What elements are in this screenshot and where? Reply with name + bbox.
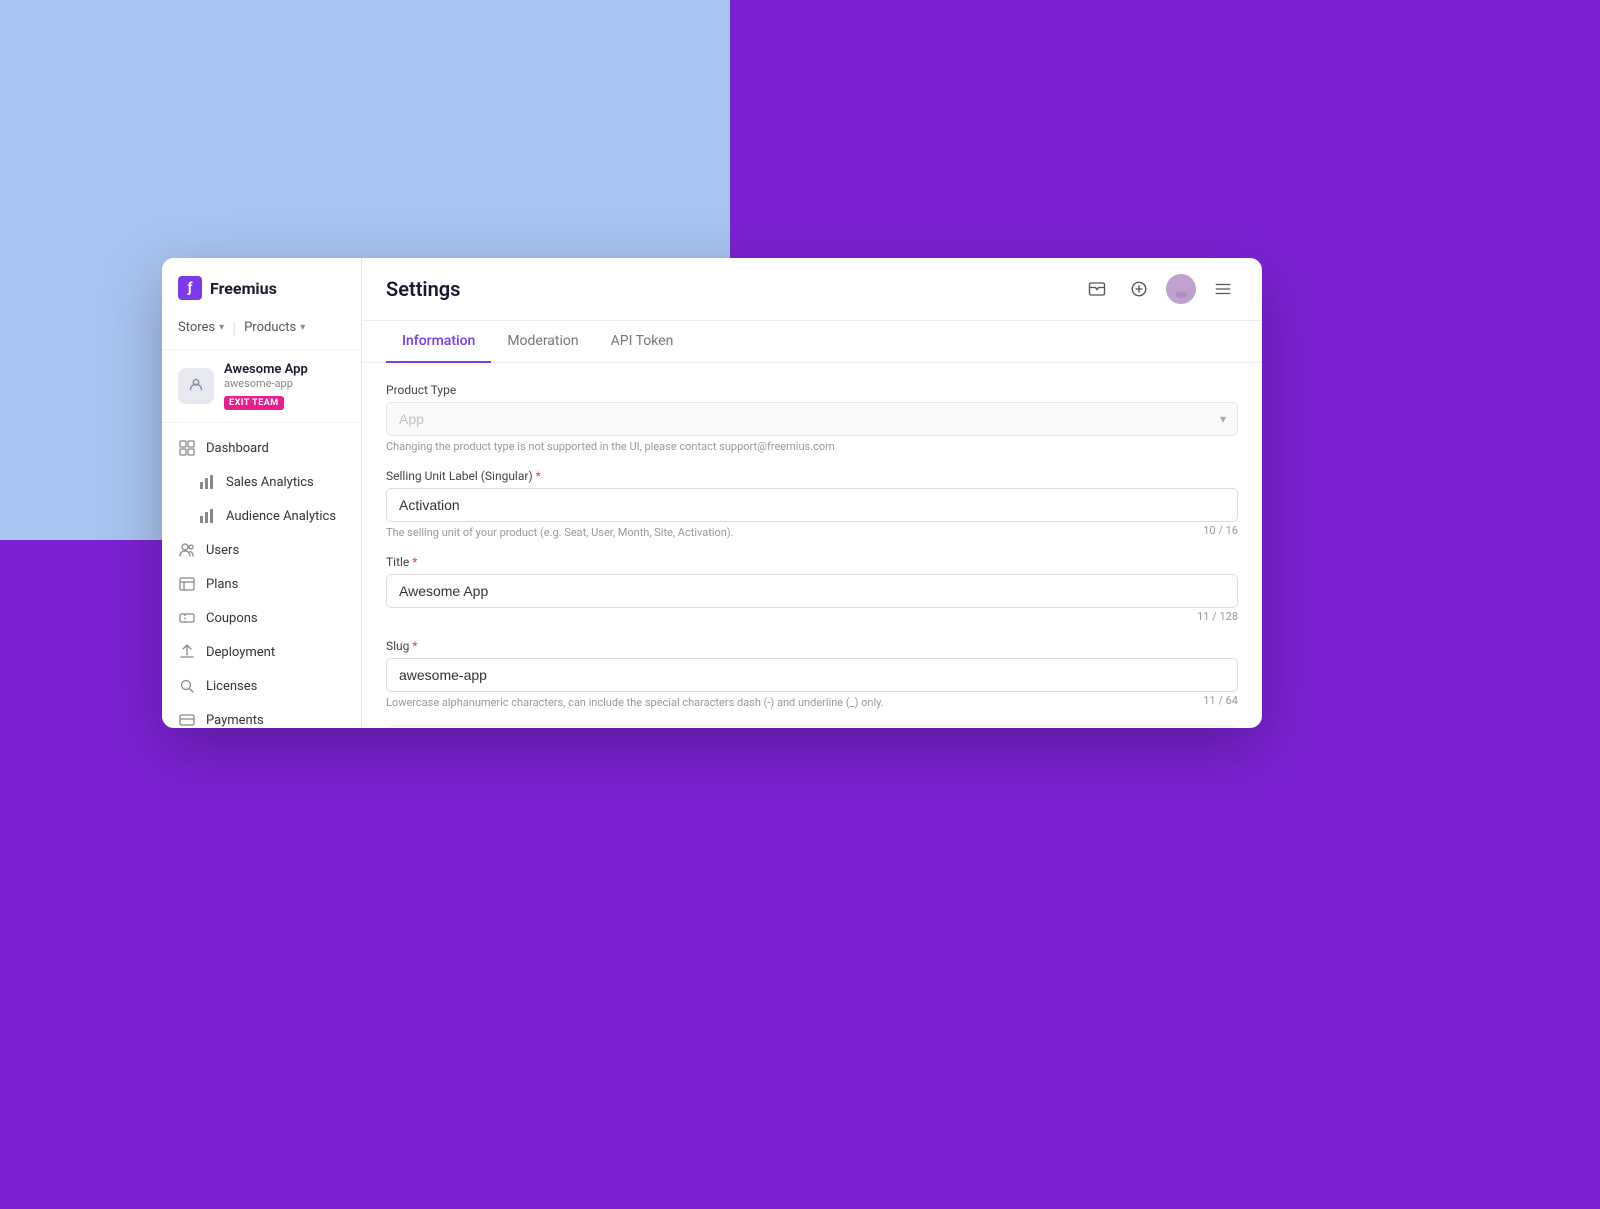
sales-analytics-icon	[198, 473, 216, 491]
upload-section: Upload 300px X 300px Up to 200KB	[386, 725, 1238, 728]
coupons-icon	[178, 609, 196, 627]
sidebar: ƒ Freemius Stores ▾ | Products ▾	[162, 258, 362, 728]
slug-group: Slug * Lowercase alphanumeric characters…	[386, 639, 1238, 709]
coupons-label: Coupons	[206, 611, 258, 626]
product-type-group: Product Type App ▾ Changing the product …	[386, 383, 1238, 453]
sidebar-item-coupons[interactable]: Coupons	[162, 601, 361, 635]
product-type-select-wrapper: App ▾	[386, 402, 1238, 436]
sidebar-menu: Dashboard Sales Analytics	[162, 423, 361, 728]
stores-chevron-icon: ▾	[219, 322, 224, 333]
payments-icon	[178, 711, 196, 728]
header-actions	[1082, 274, 1238, 320]
audience-analytics-icon	[198, 507, 216, 525]
audience-analytics-label: Audience Analytics	[226, 509, 336, 524]
title-label: Title *	[386, 555, 1238, 569]
app-name: Awesome App	[224, 362, 308, 377]
main-header: Settings	[362, 258, 1262, 321]
add-circle-icon-btn[interactable]	[1124, 274, 1154, 304]
deployment-icon	[178, 643, 196, 661]
title-input[interactable]	[386, 574, 1238, 608]
sidebar-item-audience-analytics[interactable]: Audience Analytics	[162, 499, 361, 533]
sidebar-item-plans[interactable]: Plans	[162, 567, 361, 601]
users-icon	[178, 541, 196, 559]
main-content: Settings	[362, 258, 1262, 728]
sidebar-item-users[interactable]: Users	[162, 533, 361, 567]
licenses-label: Licenses	[206, 679, 257, 694]
form-area: Product Type App ▾ Changing the product …	[362, 363, 1262, 728]
menu-icon-btn[interactable]	[1208, 274, 1238, 304]
app-window: ƒ Freemius Stores ▾ | Products ▾	[162, 258, 1262, 728]
selling-unit-counter: 10 / 16	[1203, 524, 1238, 539]
slug-label: Slug *	[386, 639, 1238, 653]
dashboard-label: Dashboard	[206, 441, 269, 456]
tab-information[interactable]: Information	[386, 321, 491, 363]
product-type-help: Changing the product type is not support…	[386, 440, 1238, 453]
selling-unit-input[interactable]	[386, 488, 1238, 522]
product-type-label: Product Type	[386, 383, 1238, 397]
app-info-text: Awesome App awesome-app EXIT TEAM	[224, 362, 308, 410]
page-title: Settings	[386, 277, 460, 317]
payments-label: Payments	[206, 713, 264, 728]
slug-counter: 11 / 64	[1203, 694, 1238, 709]
selling-unit-help: The selling unit of your product (e.g. S…	[386, 526, 734, 539]
exit-team-badge: EXIT TEAM	[224, 396, 284, 410]
app-slug: awesome-app	[224, 377, 308, 390]
users-label: Users	[206, 543, 239, 558]
tabs-bar: Information Moderation API Token	[362, 321, 1262, 363]
tab-moderation[interactable]: Moderation	[491, 321, 594, 363]
products-chevron-icon: ▾	[300, 322, 305, 333]
logo-text: Freemius	[210, 279, 277, 298]
stores-nav-btn[interactable]: Stores ▾	[178, 318, 224, 337]
inbox-icon-btn[interactable]	[1082, 274, 1112, 304]
selling-unit-label: Selling Unit Label (Singular) *	[386, 469, 1238, 483]
products-nav-btn[interactable]: Products ▾	[244, 318, 305, 337]
dashboard-icon	[178, 439, 196, 457]
slug-input[interactable]	[386, 658, 1238, 692]
selling-unit-group: Selling Unit Label (Singular) * The sell…	[386, 469, 1238, 539]
sidebar-item-licenses[interactable]: Licenses	[162, 669, 361, 703]
tab-api-token[interactable]: API Token	[595, 321, 690, 363]
title-counter: 11 / 128	[386, 610, 1238, 623]
plans-icon	[178, 575, 196, 593]
product-type-select[interactable]: App	[386, 402, 1238, 436]
nav-divider: |	[232, 318, 236, 337]
logo-icon: ƒ	[178, 276, 202, 300]
slug-help: Lowercase alphanumeric characters, can i…	[386, 696, 884, 709]
sidebar-item-dashboard[interactable]: Dashboard	[162, 431, 361, 465]
app-icon	[178, 368, 214, 404]
avatar[interactable]	[1166, 274, 1196, 304]
sidebar-logo: ƒ Freemius	[162, 258, 361, 310]
plans-label: Plans	[206, 577, 238, 592]
deployment-label: Deployment	[206, 645, 275, 660]
sidebar-app-info: Awesome App awesome-app EXIT TEAM	[162, 350, 361, 423]
sidebar-item-sales-analytics[interactable]: Sales Analytics	[162, 465, 361, 499]
sidebar-item-payments[interactable]: Payments	[162, 703, 361, 728]
sidebar-item-deployment[interactable]: Deployment	[162, 635, 361, 669]
sidebar-nav-top: Stores ▾ | Products ▾	[162, 310, 361, 350]
licenses-icon	[178, 677, 196, 695]
title-group: Title * 11 / 128	[386, 555, 1238, 623]
sales-analytics-label: Sales Analytics	[226, 475, 314, 490]
